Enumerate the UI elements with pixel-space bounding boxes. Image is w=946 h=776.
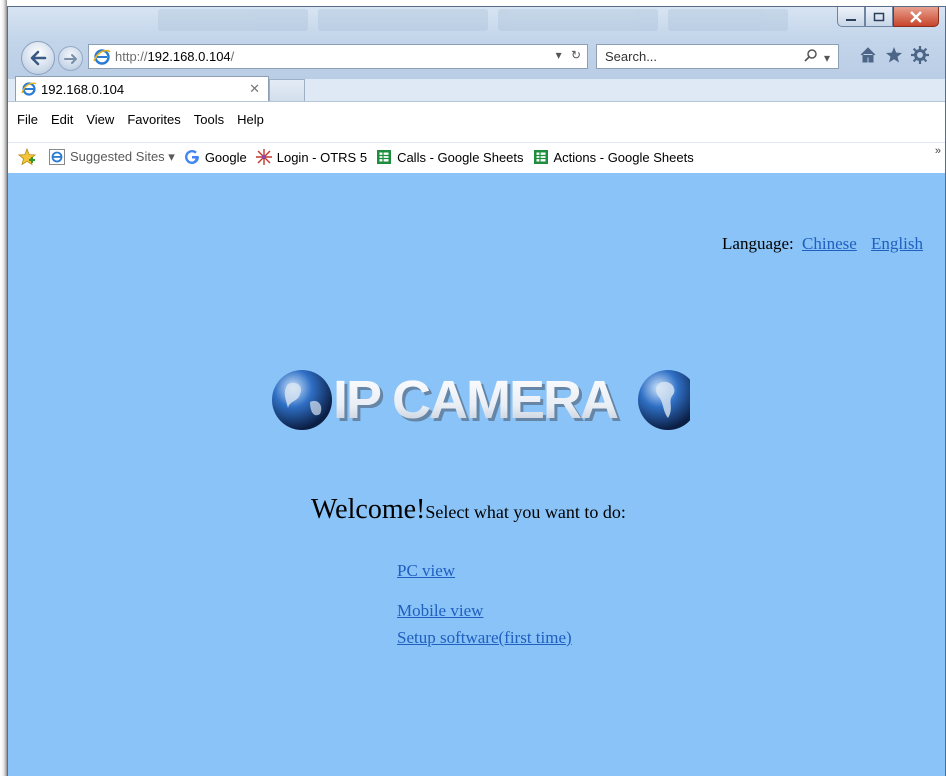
new-tab-button[interactable] — [269, 79, 305, 101]
minimize-icon — [846, 18, 856, 21]
ip-camera-logo: IP CAMERA IP CAMERA — [272, 370, 690, 432]
fav-label: Login - OTRS 5 — [276, 149, 368, 165]
tab-close-icon[interactable]: ✕ — [249, 81, 260, 97]
refresh-icon[interactable]: ↻ — [571, 48, 581, 62]
maximize-button[interactable] — [865, 7, 893, 27]
tab-title: 192.168.0.104 — [41, 81, 125, 97]
ie-page-icon — [93, 48, 111, 65]
favorites-star-add[interactable] — [18, 148, 40, 166]
globe-left-icon — [272, 370, 332, 430]
ie-tab-icon — [21, 82, 37, 96]
google-icon — [183, 148, 201, 166]
welcome-instruction: Select what you want to do: — [425, 502, 626, 522]
fav-label: Suggested Sites ▾ — [70, 149, 175, 164]
search-icon[interactable] — [804, 48, 818, 62]
language-english-link[interactable]: English — [871, 234, 923, 253]
url-prefix: http:// — [115, 49, 148, 64]
browser-window: http:// 192.168.0.104 / ▾ ↻ Search... ▾ — [7, 6, 946, 776]
fav-suggested-sites[interactable]: Suggested Sites ▾ — [48, 148, 175, 166]
home-icon[interactable] — [859, 46, 877, 64]
sheets-icon — [532, 148, 550, 166]
search-dropdown-icon[interactable]: ▾ — [824, 51, 830, 65]
pc-view-link[interactable]: PC view — [397, 561, 577, 581]
fav-label: Actions - Google Sheets — [553, 149, 694, 165]
globe-right-icon — [638, 370, 690, 430]
fav-otrs[interactable]: Login - OTRS 5 — [255, 148, 367, 166]
url-suffix: / — [230, 49, 235, 64]
menu-favorites[interactable]: Favorites — [127, 112, 180, 127]
page-content: Language: Chinese English IP CAMERA IP C… — [8, 173, 945, 776]
menu-bar: File Edit View Favorites Tools Help — [8, 101, 945, 142]
search-placeholder: Search... — [605, 49, 658, 64]
menu-help[interactable]: Help — [237, 112, 264, 127]
menu-edit[interactable]: Edit — [51, 112, 73, 127]
tab-active[interactable]: 192.168.0.104 ✕ — [15, 76, 269, 101]
navigation-row: http:// 192.168.0.104 / ▾ ↻ Search... ▾ — [8, 38, 945, 75]
language-label: Language: — [722, 234, 794, 253]
maximize-icon — [873, 12, 885, 21]
settings-gear-icon[interactable] — [911, 46, 929, 64]
dropdown-icon[interactable]: ▾ — [556, 48, 562, 62]
minimize-button[interactable] — [837, 7, 865, 27]
language-chinese-link[interactable]: Chinese — [802, 234, 857, 253]
view-options: PC view Mobile view Setup software(first… — [397, 561, 577, 648]
fav-google[interactable]: Google — [183, 148, 247, 166]
welcome-heading: Welcome! — [311, 494, 426, 525]
fav-label: Calls - Google Sheets — [397, 149, 524, 165]
favorites-list: Suggested Sites ▾ Google Login - OTRS 5 … — [18, 148, 702, 166]
add-favorite-star-icon — [18, 148, 36, 166]
menu-items: File Edit View Favorites Tools Help — [17, 112, 264, 127]
back-button[interactable] — [21, 41, 55, 75]
menu-view[interactable]: View — [86, 112, 114, 127]
address-bar[interactable]: http:// 192.168.0.104 / ▾ ↻ — [88, 44, 588, 69]
fav-label: Google — [204, 149, 247, 165]
sheets-icon — [375, 148, 393, 166]
logo-text: IP CAMERA — [333, 370, 618, 430]
search-tools: ▾ — [804, 48, 830, 65]
otrs-icon — [255, 148, 273, 166]
menu-tools[interactable]: Tools — [194, 112, 224, 127]
back-arrow-icon — [30, 50, 47, 66]
forward-button[interactable] — [58, 46, 83, 71]
menu-file[interactable]: File — [17, 112, 38, 127]
address-tools: ▾ ↻ — [556, 48, 581, 62]
window-controls — [837, 7, 939, 29]
forward-arrow-icon — [63, 53, 77, 64]
setup-software-link[interactable]: Setup software(first time) — [397, 628, 577, 648]
fav-calls-sheets[interactable]: Calls - Google Sheets — [375, 148, 524, 166]
close-button[interactable] — [893, 7, 939, 27]
overflow-chevron-icon[interactable]: » — [935, 145, 941, 157]
close-icon — [910, 10, 922, 23]
ie-fav-icon — [48, 148, 66, 166]
desktop-edge — [0, 0, 7, 776]
favorites-star-icon[interactable] — [885, 46, 903, 64]
mobile-view-link[interactable]: Mobile view — [397, 601, 577, 621]
url-host: 192.168.0.104 — [147, 49, 231, 64]
toolbar-icons — [859, 46, 929, 64]
language-selector: Language: Chinese English — [722, 234, 923, 254]
welcome-message: Welcome!Select what you want to do: — [311, 494, 626, 526]
favorites-bar: Suggested Sites ▾ Google Login - OTRS 5 … — [8, 143, 945, 174]
title-bar: http:// 192.168.0.104 / ▾ ↻ Search... ▾ — [8, 7, 945, 79]
background-windows — [158, 9, 818, 35]
fav-actions-sheets[interactable]: Actions - Google Sheets — [532, 148, 694, 166]
search-box[interactable]: Search... ▾ — [596, 44, 839, 69]
